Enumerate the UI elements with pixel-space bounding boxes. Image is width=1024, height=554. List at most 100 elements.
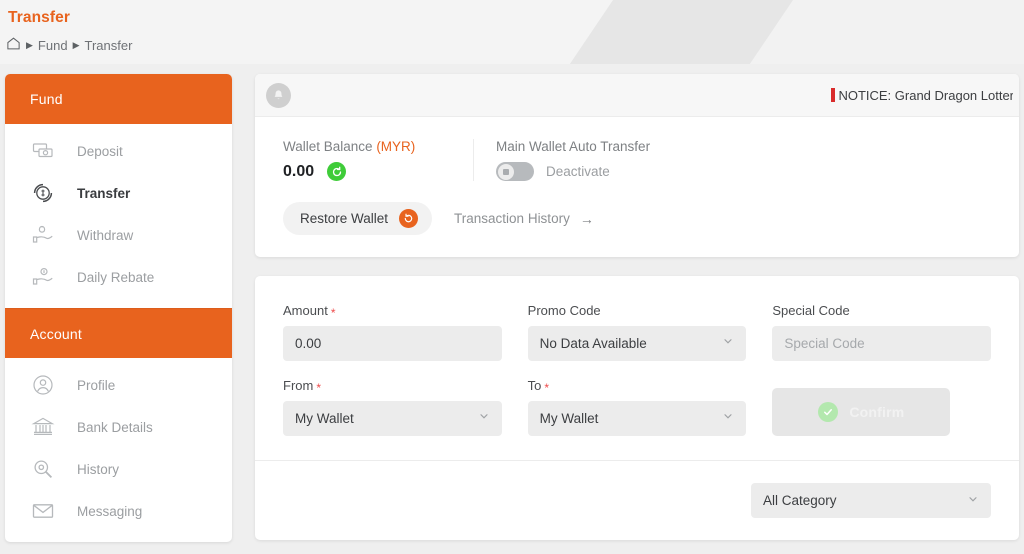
- confirm-button[interactable]: Confirm: [772, 388, 951, 436]
- promo-code-label: Promo Code: [527, 303, 601, 318]
- to-value: My Wallet: [539, 411, 599, 426]
- transaction-history-label: Transaction History: [454, 211, 570, 226]
- category-filter-row: All Category: [255, 461, 1019, 540]
- notice-accent-bar: [831, 88, 836, 102]
- sidebar: Fund Deposit Transfer Withdraw Daily Reb…: [5, 74, 232, 542]
- auto-transfer-state: Deactivate: [546, 164, 610, 179]
- amount-label: Amount *: [283, 303, 502, 319]
- restore-wallet-button[interactable]: Restore Wallet: [283, 202, 433, 235]
- sidebar-item-deposit[interactable]: Deposit: [5, 130, 232, 172]
- sidebar-item-label-profile: Profile: [77, 377, 116, 393]
- sidebar-item-label-messaging: Messaging: [77, 503, 143, 519]
- wallet-balance-value: 0.00: [283, 162, 315, 180]
- chevron-down-icon: [478, 410, 490, 425]
- special-code-label: Special Code: [772, 303, 850, 318]
- sidebar-list-account: Profile Bank Details History Messaging: [5, 358, 232, 542]
- amount-label-text: Amount: [283, 303, 328, 318]
- sidebar-section-header-account: Account: [5, 308, 232, 358]
- category-select[interactable]: All Category: [751, 483, 991, 518]
- to-select[interactable]: My Wallet: [527, 401, 747, 436]
- hand-coin-icon: [30, 264, 56, 290]
- wallet-card: NOTICE: Grand Dragon Lottery' Wallet Bal…: [255, 74, 1019, 257]
- sidebar-item-label-bank-details: Bank Details: [77, 419, 153, 435]
- sidebar-item-profile[interactable]: Profile: [5, 364, 232, 406]
- page-title: Transfer: [8, 9, 70, 26]
- from-select[interactable]: My Wallet: [283, 401, 502, 436]
- to-label-text: To: [527, 378, 542, 393]
- auto-transfer-block: Main Wallet Auto Transfer Deactivate: [473, 139, 650, 181]
- sidebar-item-history[interactable]: History: [5, 448, 232, 490]
- transfer-circle-icon: [30, 180, 56, 206]
- field-from: From * My Wallet: [283, 378, 502, 436]
- wallet-actions: Restore Wallet Transaction History →: [283, 202, 1019, 235]
- promo-code-select[interactable]: No Data Available: [527, 326, 747, 361]
- breadcrumb: ▶ Fund ▶ Transfer: [6, 36, 132, 54]
- confirm-area: Confirm: [772, 378, 991, 436]
- check-circle-icon: [818, 402, 839, 422]
- refresh-icon[interactable]: [327, 162, 347, 181]
- wallet-balance-label-text: Wallet Balance: [283, 139, 373, 154]
- field-to: To * My Wallet: [527, 378, 747, 436]
- from-label: From *: [283, 378, 502, 395]
- transaction-history-link[interactable]: Transaction History →: [454, 211, 594, 227]
- notice-text: NOTICE: Grand Dragon Lottery': [838, 87, 1013, 103]
- breadcrumb-item-fund[interactable]: Fund: [38, 38, 68, 53]
- notice-bar: NOTICE: Grand Dragon Lottery': [255, 74, 1019, 117]
- hand-money-icon: [30, 222, 56, 248]
- sidebar-item-transfer[interactable]: Transfer: [5, 172, 232, 214]
- confirm-wrap: Confirm: [772, 378, 991, 436]
- confirm-button-label: Confirm: [849, 404, 905, 420]
- auto-transfer-toggle[interactable]: [496, 162, 534, 181]
- to-required-marker: *: [544, 380, 550, 395]
- envelope-icon: [30, 498, 56, 524]
- wallet-currency: (MYR): [376, 139, 416, 154]
- breadcrumb-separator-1: ▶: [26, 40, 33, 50]
- sidebar-item-label-transfer: Transfer: [77, 185, 131, 201]
- chevron-down-icon: [967, 493, 979, 508]
- form-row-2: From * My Wallet To * My Wallet Confirm: [283, 378, 991, 436]
- sidebar-item-label-withdraw: Withdraw: [77, 227, 134, 243]
- field-amount: Amount * 0.00: [283, 303, 502, 361]
- amount-input[interactable]: 0.00: [283, 326, 502, 361]
- sidebar-item-label-history: History: [77, 461, 120, 477]
- sidebar-item-daily-rebate[interactable]: Daily Rebate: [5, 256, 232, 298]
- restore-icon: [399, 209, 419, 228]
- bell-icon[interactable]: [266, 82, 291, 108]
- auto-transfer-label: Main Wallet Auto Transfer: [496, 139, 651, 154]
- wallet-body: Wallet Balance (MYR) 0.00 Main Wallet Au…: [255, 117, 1019, 257]
- special-code-input[interactable]: Special Code: [772, 326, 992, 361]
- banknote-icon: [30, 138, 56, 164]
- page-header-band: [0, 0, 1024, 64]
- field-promo-code: Promo Code No Data Available: [527, 303, 747, 361]
- home-icon[interactable]: [6, 36, 21, 54]
- magnifier-icon: [30, 456, 56, 482]
- auto-transfer-row: Deactivate: [496, 162, 650, 181]
- sidebar-item-label-daily-rebate: Daily Rebate: [77, 269, 155, 285]
- field-special-code: Special Code Special Code: [772, 303, 992, 361]
- form-row-1: Amount * 0.00 Promo Code No Data Availab…: [283, 303, 992, 361]
- sidebar-item-messaging[interactable]: Messaging: [5, 490, 232, 532]
- notice-text-wrap[interactable]: NOTICE: Grand Dragon Lottery': [831, 88, 1013, 103]
- sidebar-item-bank-details[interactable]: Bank Details: [5, 406, 232, 448]
- from-label-text: From: [283, 378, 314, 393]
- sidebar-item-withdraw[interactable]: Withdraw: [5, 214, 232, 256]
- chevron-down-icon: [722, 410, 734, 425]
- wallet-balance-block: Wallet Balance (MYR) 0.00: [283, 139, 473, 181]
- restore-wallet-label: Restore Wallet: [300, 211, 389, 226]
- sidebar-list-fund: Deposit Transfer Withdraw Daily Rebate: [5, 124, 232, 308]
- bank-icon: [30, 414, 56, 440]
- breadcrumb-separator-2: ▶: [72, 40, 80, 50]
- sidebar-item-label-deposit: Deposit: [77, 143, 123, 159]
- breadcrumb-item-transfer[interactable]: Transfer: [84, 38, 132, 53]
- arrow-right-icon: →: [579, 210, 594, 227]
- promo-code-value: No Data Available: [539, 336, 647, 351]
- notice-marquee: NOTICE: Grand Dragon Lottery': [291, 74, 1013, 116]
- transfer-form: Amount * 0.00 Promo Code No Data Availab…: [255, 276, 1019, 460]
- sidebar-section-header-fund: Fund: [5, 74, 232, 124]
- category-value: All Category: [763, 493, 837, 508]
- to-label: To *: [527, 378, 747, 395]
- wallet-balance-row: 0.00: [283, 162, 473, 181]
- from-required-marker: *: [316, 380, 322, 395]
- toggle-knob: [497, 163, 514, 180]
- from-value: My Wallet: [295, 411, 354, 426]
